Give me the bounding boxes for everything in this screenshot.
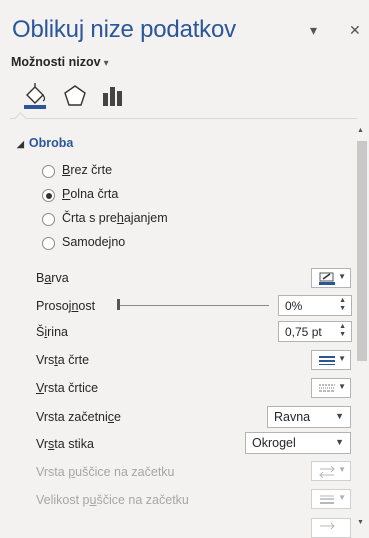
chevron-down-icon: ▼ — [335, 411, 344, 421]
series-options-dropdown[interactable]: Možnosti nizov ▾ — [11, 55, 109, 69]
cap-type-select[interactable]: Ravna ▼ — [267, 406, 351, 428]
line-weight-icon — [320, 495, 334, 504]
compound-lines-icon — [319, 356, 335, 365]
compound-type-label: Vrsta črte — [36, 353, 90, 367]
series-options-label: Možnosti nizov — [11, 55, 101, 69]
radio-label: Samodejno — [62, 235, 126, 249]
join-type-value: Okrogel — [252, 436, 296, 450]
radio-circle[interactable] — [42, 213, 55, 226]
scroll-up-icon[interactable]: ▲ — [357, 127, 364, 134]
chevron-down-icon: ▼ — [335, 437, 344, 447]
close-icon[interactable]: ✕ — [349, 22, 361, 39]
begin-arrow-size-button[interactable]: ▼ — [311, 489, 351, 509]
radio-automatic[interactable]: Samodejno — [42, 235, 282, 255]
arrow-icon — [319, 465, 335, 478]
radio-solid-line[interactable]: Polna črta — [42, 187, 282, 207]
cap-type-value: Ravna — [274, 410, 311, 424]
radio-gradient-line[interactable]: Črta s prehajanjem — [42, 211, 282, 231]
series-options-icon[interactable] — [100, 82, 126, 110]
tab-divider — [10, 118, 357, 119]
pane-title: Oblikuj nize podatkov — [12, 16, 236, 43]
dash-type-button[interactable]: ▼ — [311, 378, 351, 398]
color-label: Barva — [36, 271, 69, 285]
chevron-down-icon: ▾ — [103, 58, 109, 69]
scroll-thumb[interactable] — [357, 141, 367, 361]
radio-circle[interactable] — [42, 237, 55, 250]
width-label: Širina — [36, 325, 68, 339]
radio-label: Polna črta — [62, 187, 119, 201]
scroll-down-icon[interactable]: ▼ — [357, 519, 364, 526]
transparency-slider-track[interactable] — [119, 305, 269, 306]
begin-arrow-size-label: Velikost puščice na začetku — [36, 493, 189, 507]
transparency-spinner[interactable]: 0% ▲ ▼ — [278, 295, 352, 316]
decrement-icon[interactable]: ▼ — [339, 331, 346, 338]
join-type-label: Vrsta stika — [36, 437, 94, 451]
join-type-select[interactable]: Okrogel ▼ — [245, 432, 351, 454]
section-title: Obroba — [28, 136, 74, 150]
end-arrow-type-button[interactable] — [311, 518, 351, 538]
chevron-down-icon: ▼ — [338, 382, 346, 391]
transparency-value: 0% — [285, 299, 303, 313]
pen-color-icon — [319, 272, 335, 285]
arrow-icon — [320, 522, 335, 530]
chevron-down-icon: ▼ — [338, 465, 346, 474]
chevron-down-icon: ▼ — [338, 354, 346, 363]
dash-lines-icon — [319, 384, 335, 392]
dash-type-label: Vrsta črtice — [36, 381, 99, 395]
fill-line-icon[interactable] — [22, 82, 48, 110]
collapse-icon: ◢ — [17, 139, 24, 149]
radio-circle[interactable] — [42, 165, 55, 178]
transparency-label: Prosojnost — [36, 299, 96, 313]
active-tab-pointer — [14, 112, 27, 125]
chevron-down-icon: ▼ — [338, 272, 346, 281]
width-value: 0,75 pt — [285, 325, 322, 339]
increment-icon[interactable]: ▲ — [339, 297, 346, 304]
cap-type-label: Vrsta začetnice — [36, 410, 121, 424]
radio-no-line[interactable]: Brez črte — [42, 163, 282, 183]
radio-circle-selected[interactable] — [42, 189, 55, 202]
begin-arrow-type-label: Vrsta puščice na začetku — [36, 465, 175, 479]
compound-type-button[interactable]: ▼ — [311, 350, 351, 370]
transparency-slider-thumb[interactable] — [117, 299, 120, 310]
radio-label: Brez črte — [62, 163, 113, 177]
effects-icon[interactable] — [62, 82, 88, 110]
width-spinner[interactable]: 0,75 pt ▲ ▼ — [278, 321, 352, 342]
radio-label: Črta s prehajanjem — [62, 211, 168, 225]
begin-arrow-type-button[interactable]: ▼ — [311, 461, 351, 481]
line-color-button[interactable]: ▼ — [311, 268, 351, 288]
decrement-icon[interactable]: ▼ — [339, 305, 346, 312]
chevron-down-icon: ▼ — [338, 493, 346, 502]
increment-icon[interactable]: ▲ — [339, 323, 346, 330]
pane-menu-chevron-icon[interactable]: ▾ — [310, 22, 317, 39]
pane-scrollbar[interactable]: ▲ ▼ — [355, 123, 369, 530]
section-border-header[interactable]: ◢ Obroba — [17, 136, 73, 150]
